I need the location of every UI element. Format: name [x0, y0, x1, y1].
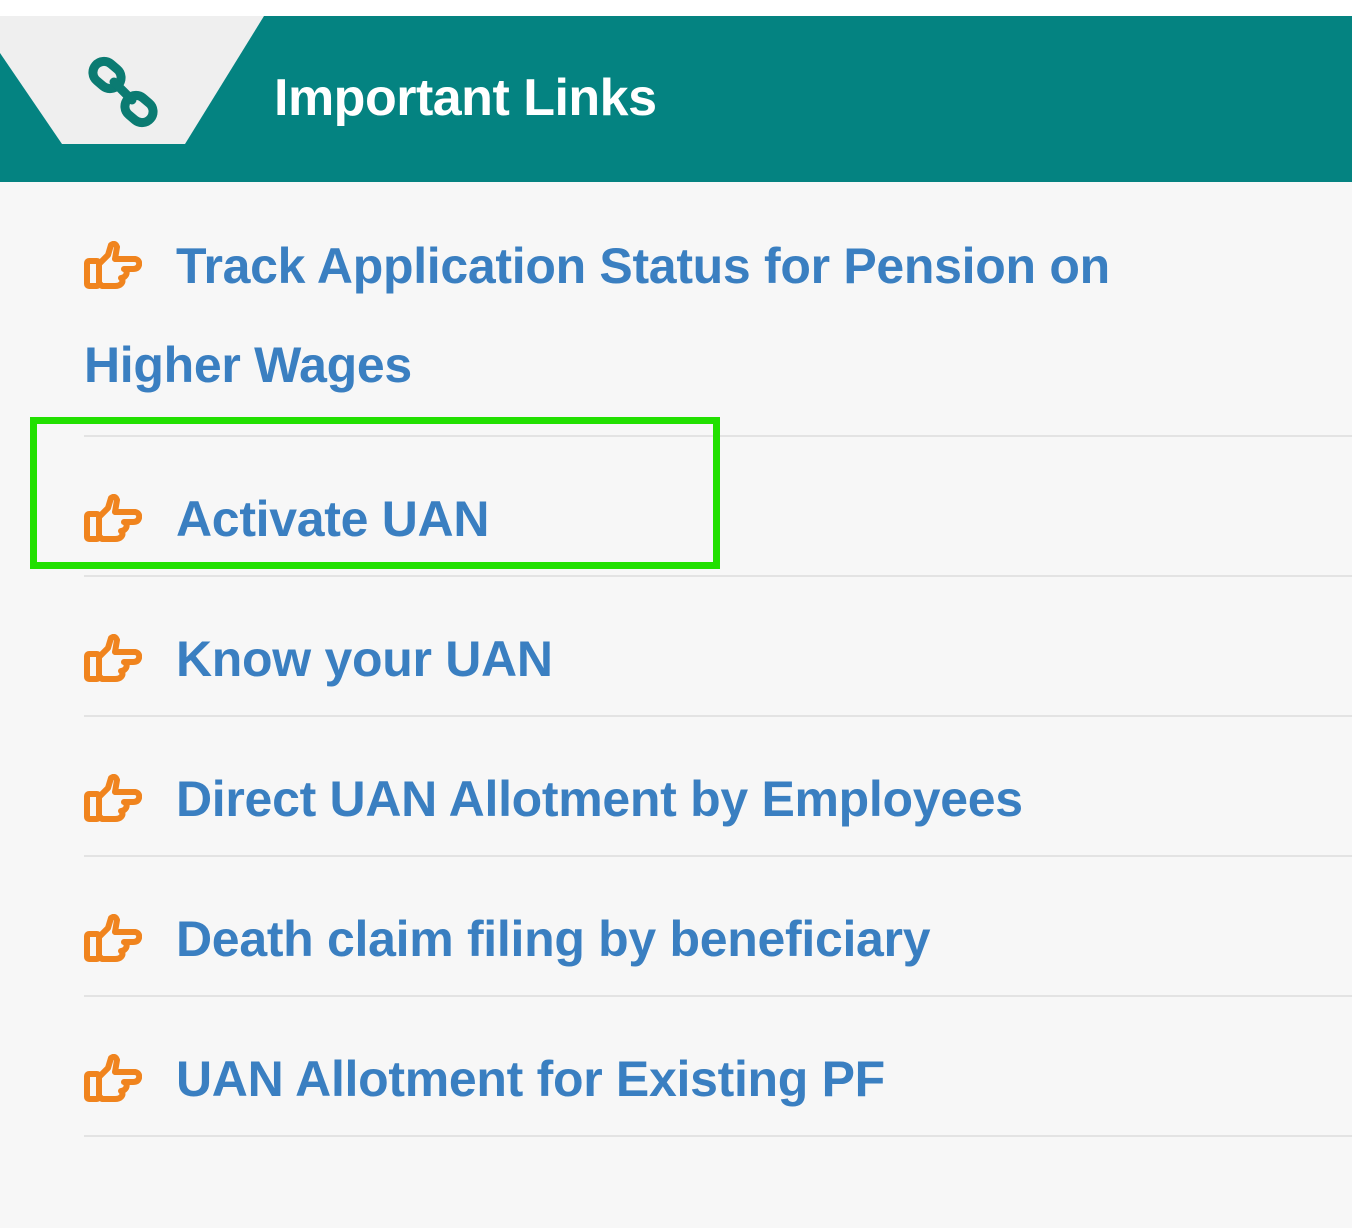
highlight-box: [30, 417, 720, 569]
pointing-hand-icon: [84, 241, 142, 289]
link-track-pension-status-line2[interactable]: Higher Wages: [84, 335, 412, 395]
pointing-hand-icon: [84, 914, 142, 962]
list-item: Death claim filing by beneficiary: [84, 857, 1352, 997]
link-death-claim-filing[interactable]: Death claim filing by beneficiary: [84, 909, 931, 969]
panel-title: Important Links: [274, 69, 657, 127]
pointing-hand-icon: [84, 774, 142, 822]
list-item: Track Application Status for Pension on …: [84, 182, 1352, 437]
pointing-hand-icon: [84, 1054, 142, 1102]
link-track-pension-status[interactable]: Track Application Status for Pension on: [84, 236, 1110, 296]
list-item: Know your UAN: [84, 577, 1352, 717]
list-item: Direct UAN Allotment by Employees: [84, 717, 1352, 857]
panel-header: Important Links: [0, 16, 1352, 182]
pointing-hand-icon: [84, 634, 142, 682]
link-icon: [88, 56, 158, 128]
list-item: UAN Allotment for Existing PF: [84, 997, 1352, 1137]
link-know-your-uan[interactable]: Know your UAN: [84, 629, 553, 689]
link-direct-uan-allotment[interactable]: Direct UAN Allotment by Employees: [84, 769, 1023, 829]
link-uan-allotment-existing-pf[interactable]: UAN Allotment for Existing PF: [84, 1049, 885, 1109]
important-links-panel: Important Links Track Application Status…: [0, 16, 1352, 1228]
